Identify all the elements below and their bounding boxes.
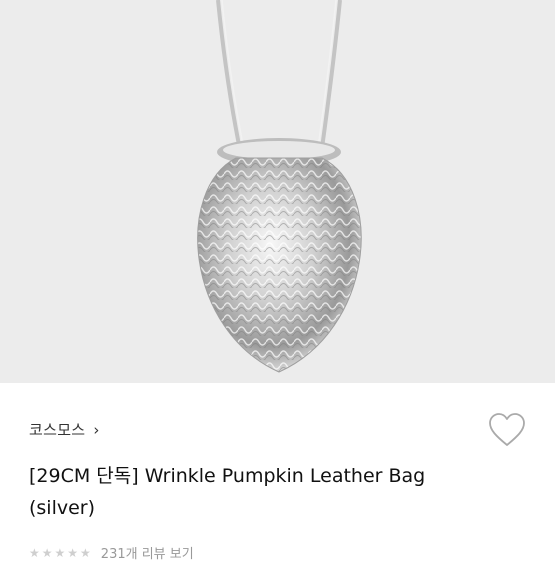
rating-row[interactable]: ★★★★★ 231개 리뷰 보기 bbox=[29, 543, 194, 562]
product-title: [29CM 단독] Wrinkle Pumpkin Leather Bag (s… bbox=[29, 465, 426, 519]
star-rating-icon: ★★★★★ bbox=[29, 545, 93, 560]
bag-illustration bbox=[197, 0, 362, 373]
review-count-link[interactable]: 231개 리뷰 보기 bbox=[101, 543, 194, 562]
product-info: 코스모스 › [29CM 단독] Wrinkle Pumpkin Leather… bbox=[0, 383, 555, 562]
brand-name: 코스모스 bbox=[29, 421, 86, 439]
brand-link[interactable]: 코스모스 › bbox=[29, 419, 100, 440]
chevron-right-icon: › bbox=[93, 420, 100, 439]
heart-icon[interactable] bbox=[488, 412, 526, 448]
product-image[interactable] bbox=[0, 0, 555, 383]
